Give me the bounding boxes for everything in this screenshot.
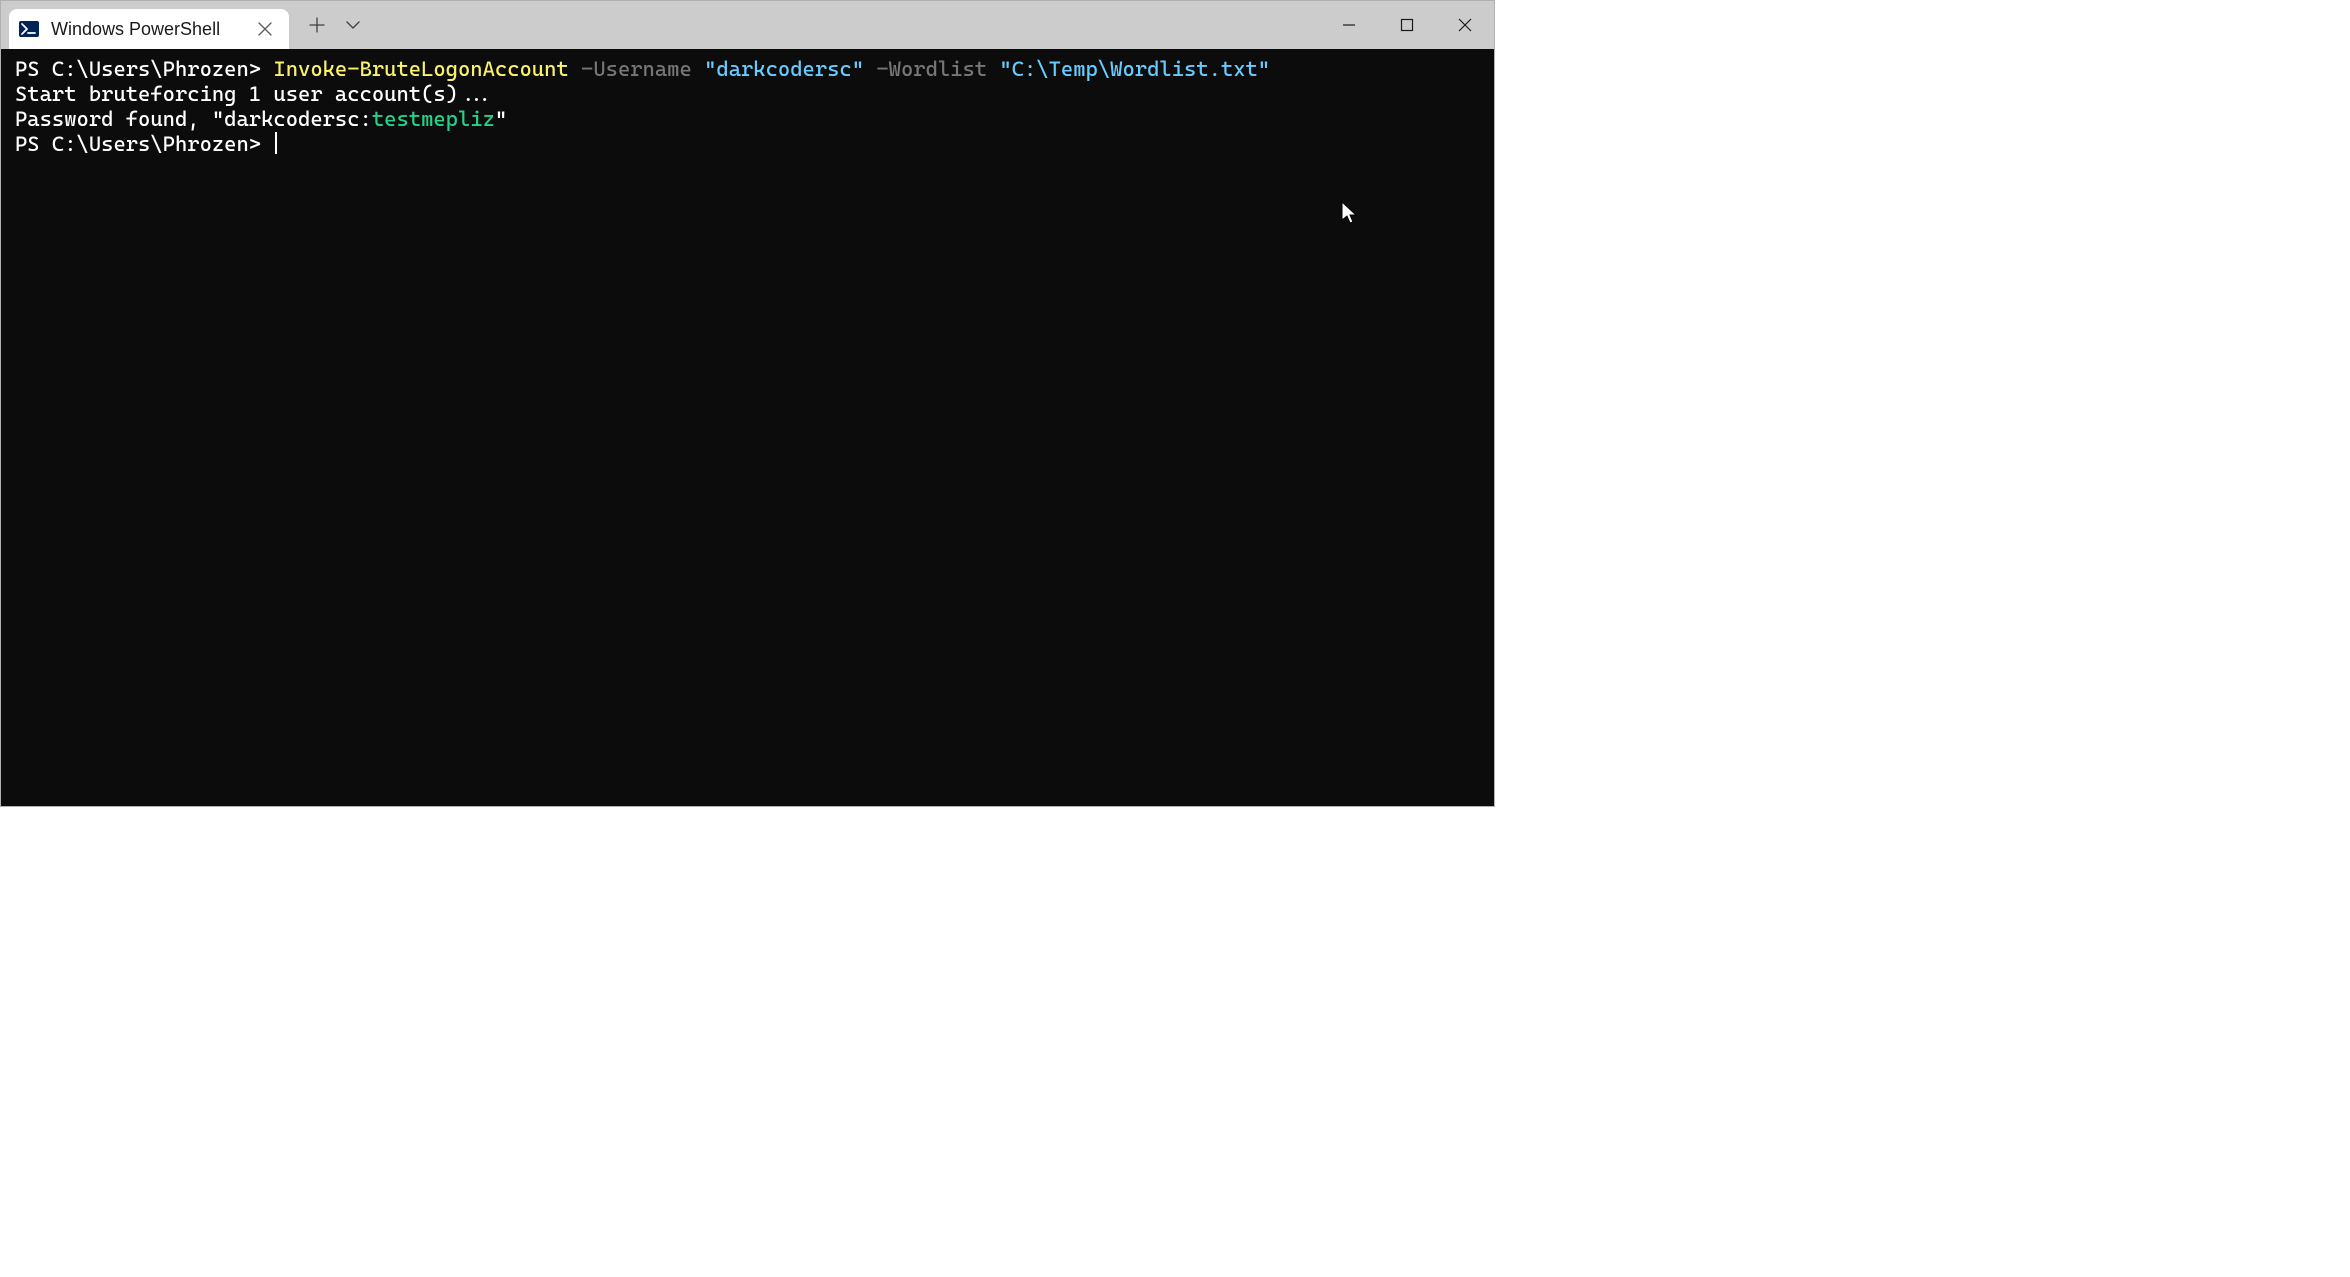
terminal-line-3: Password found, "darkcodersc:testmepliz" (15, 107, 1480, 132)
titlebar: Windows PowerShell (1, 1, 1494, 49)
maximize-icon (1400, 18, 1414, 32)
terminal-window: Windows PowerShell (0, 0, 1495, 807)
tab-dropdown-button[interactable] (335, 7, 371, 43)
tab-powershell[interactable]: Windows PowerShell (9, 9, 289, 49)
output-found-suffix: " (495, 107, 507, 131)
terminal-line-4: PS C:\Users\Phrozen> (15, 132, 1480, 157)
titlebar-actions (289, 1, 371, 49)
powershell-icon (19, 19, 39, 39)
output-password: testmepliz (372, 107, 495, 131)
window-controls (1320, 1, 1494, 49)
plus-icon (309, 17, 325, 33)
text-cursor (275, 132, 277, 154)
terminal-content[interactable]: PS C:\Users\Phrozen> Invoke-BruteLogonAc… (1, 49, 1494, 806)
close-window-button[interactable] (1436, 5, 1494, 45)
close-icon (1458, 18, 1472, 32)
param-username: -Username (569, 57, 704, 81)
minimize-button[interactable] (1320, 5, 1378, 45)
command-name: Invoke-BruteLogonAccount (273, 57, 568, 81)
tab-title: Windows PowerShell (51, 19, 243, 40)
param-wordlist: -Wordlist (864, 57, 999, 81)
output-found-prefix: Password found, "darkcodersc: (15, 107, 372, 131)
titlebar-drag-area[interactable] (371, 1, 1320, 49)
mouse-cursor-icon (1341, 201, 1359, 227)
prompt-text: PS C:\Users\Phrozen> (15, 57, 273, 81)
new-tab-button[interactable] (299, 7, 335, 43)
tab-close-button[interactable] (253, 17, 277, 41)
output-start: Start bruteforcing 1 user account(s)... (15, 82, 495, 106)
tab-area: Windows PowerShell (1, 1, 289, 49)
close-icon (258, 22, 272, 36)
arg-wordlist: "C:\Temp\Wordlist.txt" (999, 57, 1270, 81)
maximize-button[interactable] (1378, 5, 1436, 45)
terminal-line-2: Start bruteforcing 1 user account(s)... (15, 82, 1480, 107)
chevron-down-icon (345, 17, 361, 33)
prompt-text-2: PS C:\Users\Phrozen> (15, 132, 273, 156)
terminal-line-1: PS C:\Users\Phrozen> Invoke-BruteLogonAc… (15, 57, 1480, 82)
minimize-icon (1342, 18, 1356, 32)
arg-username: "darkcodersc" (704, 57, 864, 81)
